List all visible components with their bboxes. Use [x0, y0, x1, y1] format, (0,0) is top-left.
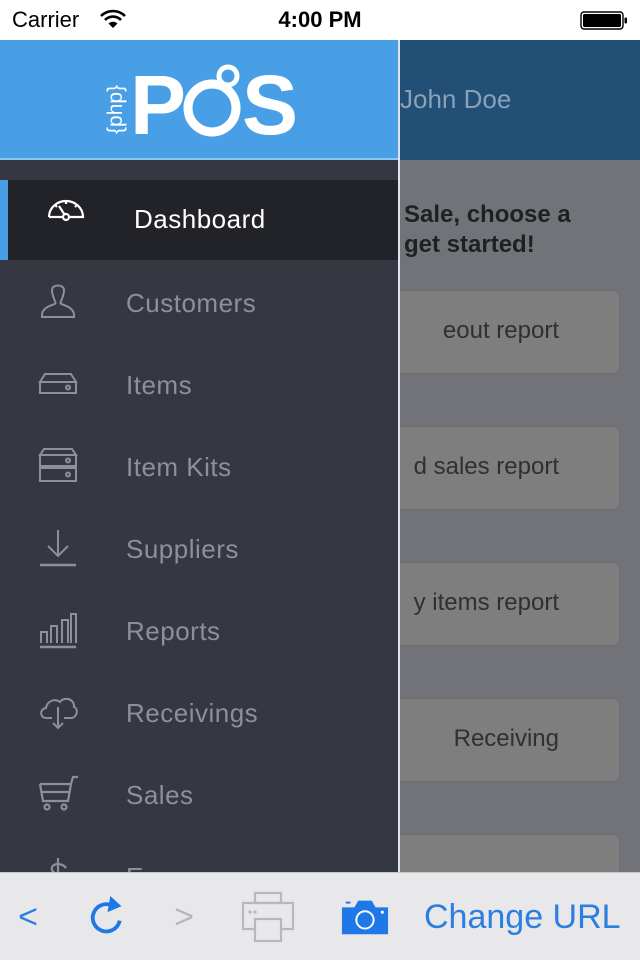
report-card[interactable]: d sales report — [400, 426, 620, 510]
nav-label: Items — [126, 370, 193, 400]
nav-item-suppliers[interactable]: Suppliers — [0, 508, 398, 590]
shopping-cart-icon — [38, 774, 78, 814]
dashboard-gauge-icon — [46, 196, 86, 236]
drawer-edge-divider — [398, 40, 400, 872]
bar-chart-icon — [38, 610, 78, 650]
item-kits-stack-icon — [38, 446, 78, 486]
battery-full-icon — [580, 11, 628, 30]
welcome-line-2: get started! — [404, 231, 535, 258]
download-arrow-icon — [38, 528, 78, 568]
nav-label: Customers — [126, 288, 257, 318]
logo-header: {php} P S — [0, 40, 398, 160]
report-card[interactable]: y items report — [400, 562, 620, 646]
php-pos-logo: {php} P S — [104, 58, 298, 142]
nav-label: Expenses — [126, 862, 244, 872]
back-button[interactable]: < — [10, 873, 46, 960]
nav-label: Sales — [126, 780, 194, 810]
logo-php-text: {php} — [104, 85, 127, 134]
main-content-overlay[interactable]: John Doe Sale, choose a get started! eou… — [400, 40, 640, 872]
report-card-label: Receiving — [453, 725, 559, 752]
report-card-label: d sales report — [413, 453, 559, 480]
reload-button[interactable] — [84, 873, 130, 960]
nav-item-customers[interactable]: Customers — [0, 262, 398, 344]
camera-icon — [341, 900, 389, 935]
report-card-label: eout report — [442, 317, 559, 344]
nav-label: Reports — [126, 616, 221, 646]
logo-p-letter: P — [130, 58, 186, 142]
nav-label: Item Kits — [126, 452, 232, 482]
nav-label: Receivings — [126, 698, 259, 728]
dollar-icon — [38, 856, 78, 872]
report-card[interactable] — [400, 834, 620, 872]
navigation-drawer: {php} P S Dashboard Customers Items Item… — [0, 40, 398, 872]
nav-label: Suppliers — [126, 534, 239, 564]
cloud-download-icon — [38, 692, 78, 732]
nav-item-reports[interactable]: Reports — [0, 590, 398, 672]
logo-s-letter: S — [242, 58, 298, 142]
nav-item-receivings[interactable]: Receivings — [0, 672, 398, 754]
browser-toolbar: < > Change URL — [0, 872, 640, 960]
camera-button[interactable] — [338, 873, 392, 960]
main-header: John Doe — [400, 40, 640, 160]
nav-label: Dashboard — [134, 204, 266, 234]
report-card-label: y items report — [413, 589, 559, 616]
welcome-line-1: Sale, choose a — [404, 201, 571, 228]
nav-item-dashboard[interactable]: Dashboard — [0, 180, 398, 260]
status-bar: Carrier 4:00 PM — [0, 0, 640, 40]
user-name[interactable]: John Doe — [400, 84, 511, 115]
print-button[interactable] — [240, 873, 296, 960]
item-box-icon — [38, 364, 78, 404]
forward-button[interactable]: > — [166, 873, 202, 960]
report-card[interactable]: Receiving — [400, 698, 620, 782]
change-url-button[interactable]: Change URL — [424, 873, 634, 960]
nav-item-item-kits[interactable]: Item Kits — [0, 426, 398, 508]
nav-item-sales[interactable]: Sales — [0, 754, 398, 836]
nav-menu: Dashboard Customers Items Item Kits Supp… — [0, 180, 398, 872]
customer-person-icon — [38, 282, 78, 322]
nav-item-items[interactable]: Items — [0, 344, 398, 426]
welcome-message: Sale, choose a get started! — [404, 200, 640, 260]
reload-icon — [90, 896, 122, 934]
nav-item-expenses[interactable]: Expenses — [0, 836, 398, 872]
print-icon — [241, 891, 295, 943]
clock: 4:00 PM — [278, 7, 362, 32]
report-card[interactable]: eout report — [400, 290, 620, 374]
